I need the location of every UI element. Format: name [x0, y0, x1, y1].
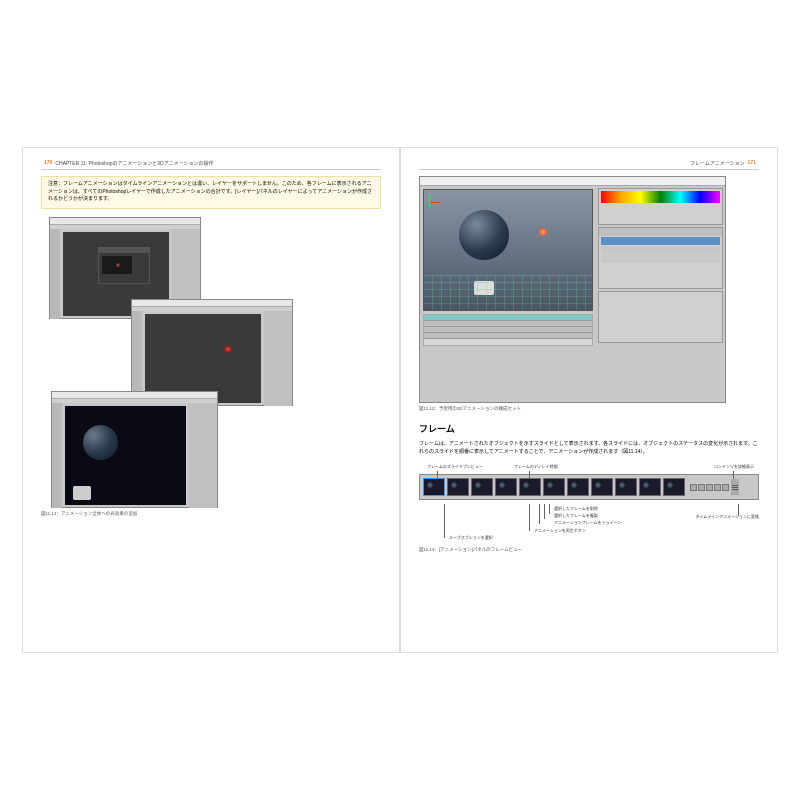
playback-buttons[interactable] — [690, 484, 729, 491]
label-preview: フレームのスライドプレビュー — [427, 464, 483, 470]
screenshot-2 — [131, 299, 293, 406]
frame-thumb[interactable] — [663, 478, 685, 496]
frame-thumb[interactable] — [639, 478, 661, 496]
section-title: フレームアニメーション — [690, 160, 745, 167]
label-convert: タイムラインアニメーションに変換 — [695, 514, 759, 520]
frame-thumb[interactable] — [543, 478, 565, 496]
frame-thumb[interactable] — [495, 478, 517, 496]
caption-left: 図11.12：アニメーション全体への光効果の追加 — [41, 511, 381, 517]
page-num-left: 170 — [44, 160, 52, 167]
frame-thumb[interactable] — [423, 478, 445, 496]
frame-thumb[interactable] — [447, 478, 469, 496]
chapter-title: CHAPTER 11: Photoshopのアニメーションと3Dアニメーションの… — [55, 160, 213, 167]
label-detail: コンテンツを詳細表示 — [714, 464, 754, 470]
frame-thumb[interactable] — [471, 478, 493, 496]
label-loop: ループオプションを選択 — [449, 535, 493, 541]
screenshot-3 — [51, 391, 218, 508]
body-text: フレームは、アニメートされたオブジェクトを示すスライドとして表示されます。各スラ… — [419, 440, 759, 456]
viewport-3d — [423, 189, 593, 311]
frame-thumb[interactable] — [567, 478, 589, 496]
note-box: 注意：フレームアニメーションはタイムラインアニメーションとは違い、レイヤーをサポ… — [41, 176, 381, 209]
layers-panel — [598, 227, 723, 289]
color-panel — [598, 188, 723, 225]
planet-icon — [459, 210, 509, 260]
timeline-panel — [423, 314, 593, 346]
star-icon — [539, 228, 547, 236]
frame-thumb[interactable] — [591, 478, 613, 496]
page-right: フレームアニメーション 171 — [401, 148, 777, 652]
caption-r2: 図11.14：[アニメーション]パネルのフレームビュー — [419, 547, 759, 553]
caption-r1: 図11.13：予習用の3Dアニメーションの構成セット — [419, 406, 759, 412]
frame-strip — [419, 474, 759, 500]
grid-icon — [424, 275, 592, 310]
label-delay: フレームのディレイ時間 — [514, 464, 558, 470]
properties-panel — [598, 291, 723, 343]
menu-icon[interactable] — [731, 479, 739, 495]
label-dup: 選択したフレームを複製 — [554, 513, 598, 519]
page-num-right: 171 — [748, 160, 756, 167]
label-delete: 選択したフレームを削除 — [554, 506, 598, 512]
frame-thumb[interactable] — [615, 478, 637, 496]
header-left: 170 CHAPTER 11: Photoshopのアニメーションと3Dアニメー… — [41, 160, 381, 170]
timeline-diagram: フレームのスライドプレビュー フレームのディレイ時間 コンテンツを詳細表示 — [419, 474, 759, 544]
label-tween: アニメーションフレームをトゥイーン — [554, 520, 621, 526]
screenshot-3d — [419, 176, 726, 403]
axis-icon — [429, 195, 444, 210]
heading-frame: フレーム — [419, 422, 759, 435]
frame-thumb[interactable] — [519, 478, 541, 496]
page-left: 170 CHAPTER 11: Photoshopのアニメーションと3Dアニメー… — [23, 148, 399, 652]
header-right: フレームアニメーション 171 — [419, 160, 759, 170]
label-play: アニメーションを再生ボタン — [534, 528, 586, 534]
